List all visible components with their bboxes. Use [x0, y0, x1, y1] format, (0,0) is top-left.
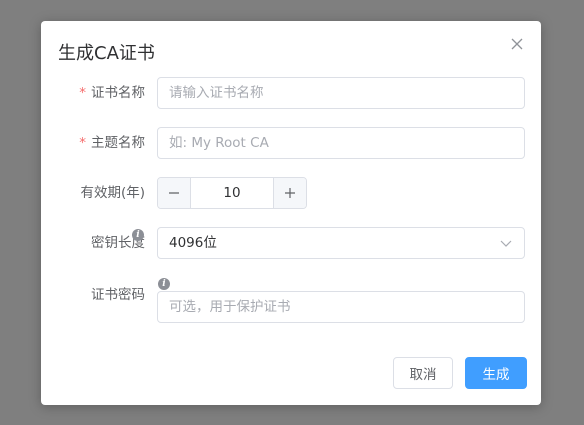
chevron-down-icon: [500, 240, 512, 247]
cancel-button[interactable]: 取消: [393, 357, 453, 389]
minus-icon: [169, 192, 179, 194]
cert-name-row: * 证书名称: [41, 77, 541, 109]
validity-value[interactable]: 10: [191, 178, 273, 208]
required-mark: *: [79, 135, 86, 151]
subject-name-label: * 主题名称: [79, 135, 145, 151]
key-length-select[interactable]: 4096位: [157, 227, 525, 259]
cert-name-input[interactable]: [157, 77, 525, 109]
key-length-row: 密钥长度 i 4096位: [41, 227, 541, 259]
subject-name-input[interactable]: [157, 127, 525, 159]
decrement-button[interactable]: [158, 178, 191, 208]
info-icon[interactable]: i: [158, 278, 170, 290]
cert-password-input[interactable]: [157, 291, 525, 323]
info-icon[interactable]: i: [132, 229, 144, 241]
validity-row: 有效期(年) 10: [41, 177, 541, 209]
dialog-title: 生成CA证书: [58, 43, 155, 64]
subject-name-row: * 主题名称: [41, 127, 541, 159]
validity-label: 有效期(年): [80, 185, 145, 201]
key-length-selected: 4096位: [169, 235, 217, 251]
generate-button[interactable]: 生成: [465, 357, 527, 389]
generate-ca-dialog: 生成CA证书 *证书名称 *主题名称 有效期(年) 10 密钥长度 i 4: [41, 21, 541, 405]
required-mark: *: [79, 85, 86, 101]
close-icon[interactable]: [509, 36, 525, 52]
cert-name-label: * 证书名称: [79, 85, 145, 101]
increment-button[interactable]: [273, 178, 306, 208]
cert-password-row: [41, 291, 541, 323]
plus-icon: [285, 188, 295, 198]
validity-stepper[interactable]: 10: [157, 177, 307, 209]
